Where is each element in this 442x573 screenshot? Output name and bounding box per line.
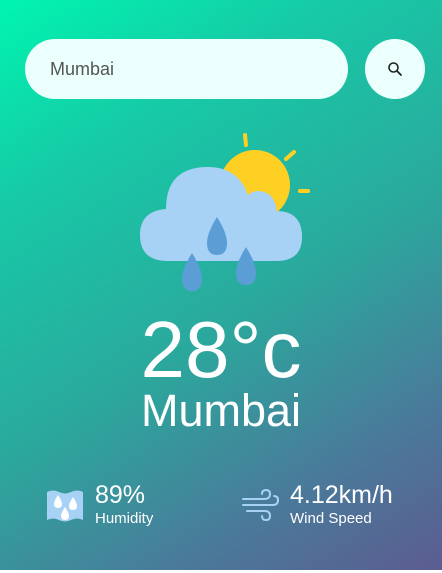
humidity-label: Humidity bbox=[95, 510, 154, 527]
search-field[interactable] bbox=[25, 39, 348, 99]
humidity-icon bbox=[47, 490, 83, 522]
search-button[interactable] bbox=[365, 39, 425, 99]
temperature: 28°c bbox=[140, 305, 302, 394]
wind-icon bbox=[242, 488, 280, 522]
rain-cloud-sun-icon bbox=[140, 133, 310, 291]
city-name: Mumbai bbox=[140, 385, 302, 436]
wind-label: Wind Speed bbox=[290, 510, 372, 527]
humidity-detail: 89% Humidity bbox=[45, 480, 153, 528]
wind-detail: 4.12km/h Wind Speed bbox=[240, 480, 393, 528]
search-icon bbox=[388, 62, 402, 76]
search-input[interactable] bbox=[50, 58, 323, 80]
wind-value: 4.12km/h bbox=[290, 481, 393, 509]
weather-card: 28°c Mumbai 89% Humidity 4.12km/h Wind S… bbox=[0, 0, 442, 573]
humidity-value: 89% bbox=[95, 481, 146, 509]
